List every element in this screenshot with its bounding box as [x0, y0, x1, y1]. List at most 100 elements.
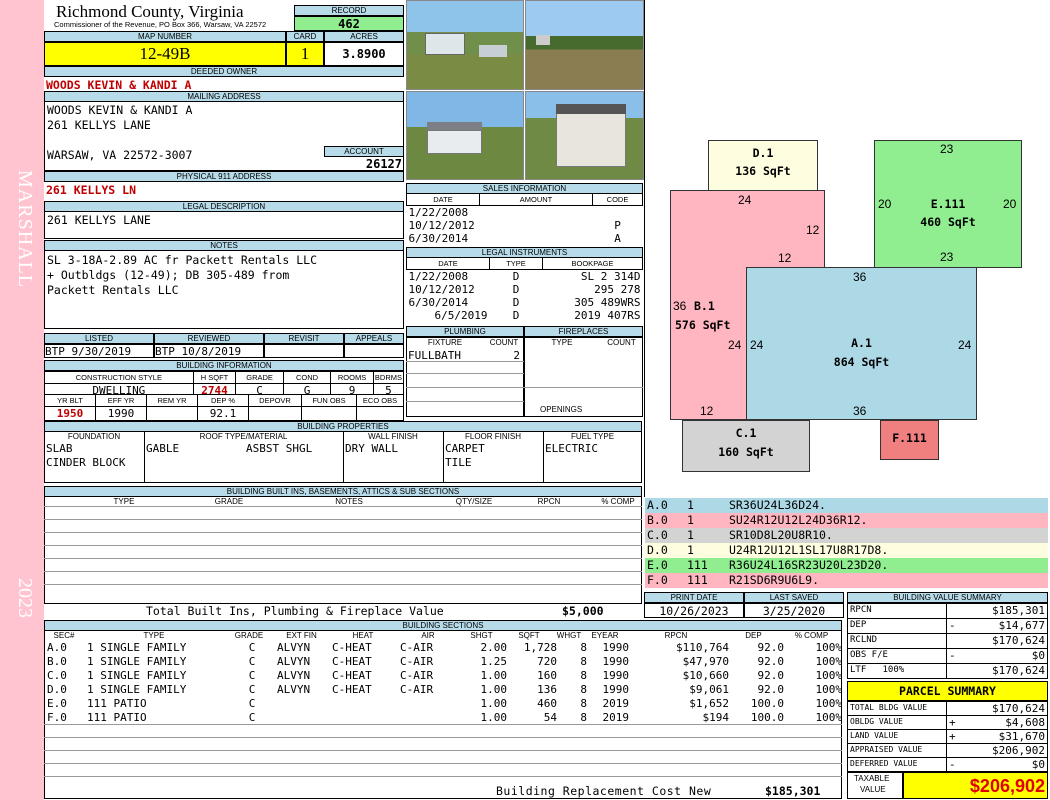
- builtins-rowline: [44, 584, 642, 585]
- section-air: C-AIR: [400, 683, 434, 696]
- section-comp: 100%: [815, 711, 843, 724]
- section-dep: 92.0: [757, 655, 785, 668]
- map-number: 12-49B: [44, 42, 286, 66]
- summary-sign: -: [949, 649, 956, 662]
- sketch-b-inner: 24: [728, 338, 742, 352]
- last-saved: 3/25/2020: [744, 603, 844, 618]
- reviewed-value: BTP 10/8/2019: [154, 344, 264, 358]
- summary-row: RCLND $170,624: [847, 633, 1048, 649]
- section-eyear: 1990: [602, 655, 630, 668]
- plumbing-divider: [406, 401, 524, 402]
- building-info-label: BUILDING INFORMATION: [44, 360, 404, 371]
- table-row: 6/5/2019 D 2019 407RS: [407, 309, 643, 322]
- sec-col-comp: % COMP: [794, 631, 829, 640]
- builtins-rowline: [44, 532, 642, 533]
- taxable-value: $206,902: [903, 772, 1048, 799]
- sketch-e-top: 23: [940, 142, 954, 156]
- col-depovr: DEPOVR: [248, 394, 302, 407]
- sale-date: 6/30/2014: [408, 232, 469, 245]
- section-grade: C: [248, 697, 256, 710]
- instr-date: 6/5/2019: [434, 309, 488, 322]
- vector-count: 1: [687, 543, 694, 557]
- col-foundation: FOUNDATION: [67, 432, 121, 441]
- property-photo-1: [406, 0, 524, 90]
- vector-row: F.0 111 R21SD6R9U6L9.: [645, 573, 1048, 588]
- sec-col-extfin: EXT FIN: [286, 631, 317, 640]
- section-comp: 100%: [815, 641, 843, 654]
- summary-row: OBLDG VALUE + $4,608: [847, 715, 1048, 730]
- section-dep: 92.0: [757, 683, 785, 696]
- section-shgt: 1.00: [480, 697, 508, 710]
- section-whgt: 8: [580, 697, 587, 710]
- vector-section: E.0: [647, 558, 668, 572]
- sale-amount: [480, 219, 593, 232]
- notes-label: NOTES: [44, 240, 404, 251]
- value-summary-label: BUILDING VALUE SUMMARY: [847, 592, 1048, 603]
- commissioner-address: Commissioner of the Revenue, PO Box 366,…: [54, 20, 267, 29]
- sections-rowline: [44, 776, 842, 777]
- summary-divider: [946, 649, 947, 664]
- appeals-value: [344, 344, 404, 358]
- sales-col-amount: AMOUNT: [479, 193, 593, 206]
- plumbing-divider: [406, 373, 524, 374]
- section-extfin: ALVYN: [277, 641, 311, 654]
- summary-row: OBS F/E - $0: [847, 648, 1048, 664]
- sec-col-shgt: SHGT: [470, 631, 493, 640]
- col-bdrms: BDRMS: [372, 371, 405, 384]
- instr-bookpage: SL 2 314D: [580, 270, 641, 283]
- vector-count: 111: [687, 558, 708, 572]
- print-date: 10/26/2023: [644, 603, 744, 618]
- summary-divider: [946, 604, 947, 619]
- dep-pct: 92.1: [197, 406, 249, 421]
- section-whgt: 8: [580, 711, 587, 724]
- sketch-e-bottom: 23: [940, 250, 954, 264]
- summary-row: DEFERRED VALUE - $0: [847, 757, 1048, 772]
- table-row: B.0 1 SINGLE FAMILY C ALVYN C-HEAT C-AIR 1.25 7…: [44, 655, 842, 669]
- summary-label: DEP: [850, 620, 867, 630]
- section-grade: C: [248, 669, 256, 682]
- vector-row: B.0 1 SU24R12U12L24D36R12.: [645, 513, 1048, 528]
- builtins-rowline: [44, 558, 642, 559]
- table-row: E.0 111 PATIO C 1.00 460 8 2019 $1,652 100.0 100%: [44, 697, 842, 711]
- summary-sign: -: [949, 619, 956, 632]
- section-heat: C-HEAT: [332, 683, 372, 696]
- instr-date: 10/12/2012: [408, 283, 475, 296]
- mailing-line-3: WARSAW, VA 22572-3007: [47, 148, 193, 162]
- summary-label: RPCN: [850, 605, 872, 615]
- eff-yr: 1990: [95, 406, 147, 421]
- appeals-label: APPEALS: [344, 333, 404, 344]
- section-rpcn: $1,652: [689, 697, 729, 710]
- section-shgt: 1.00: [480, 683, 508, 696]
- sketch-d-label: D.1: [752, 146, 774, 160]
- account-number: 26127: [365, 157, 402, 171]
- section-sec: D.0: [47, 683, 67, 696]
- section-rpcn: $10,660: [682, 669, 729, 682]
- section-heat: C-HEAT: [332, 669, 372, 682]
- physical-address-label: PHYSICAL 911 ADDRESS: [44, 171, 404, 182]
- section-sqft: 460: [537, 697, 557, 710]
- col-dep-pct: DEP %: [197, 394, 249, 407]
- builtins-total-label: Total Built Ins, Plumbing & Fireplace Va…: [146, 604, 444, 618]
- section-rpcn: $194: [702, 711, 730, 724]
- summary-row: LTF 100% $170,624: [847, 663, 1048, 679]
- summary-divider: [946, 716, 947, 730]
- section-rpcn: $9,061: [689, 683, 729, 696]
- sketch-a-area: 864 SqFt: [833, 355, 890, 369]
- sketch-a-top: 36: [853, 270, 867, 284]
- sales-table: DATE AMOUNT CODE 1/22/2008 10/12/2012 P 6/3…: [406, 193, 643, 245]
- sketch-b-r2: 12: [778, 251, 792, 265]
- col-grade: GRADE: [235, 371, 284, 384]
- section-shgt: 2.00: [480, 641, 508, 654]
- sketch-c-label: C.1: [735, 426, 757, 440]
- section-extfin: ALVYN: [277, 655, 311, 668]
- section-shgt: 1.00: [480, 669, 508, 682]
- col-construction-style: CONSTRUCTION STYLE: [44, 371, 194, 384]
- vector-section: C.0: [647, 528, 668, 542]
- sketch-b-left: 36: [673, 299, 687, 313]
- vector-code: SR36U24L36D24.: [729, 498, 826, 512]
- sketch-c-area: 160 SqFt: [718, 445, 774, 459]
- brc-value: $185,301: [765, 784, 821, 798]
- plumbing-label: PLUMBING: [406, 326, 524, 337]
- sections-rowline: [44, 737, 842, 738]
- vector-count: 1: [687, 513, 694, 527]
